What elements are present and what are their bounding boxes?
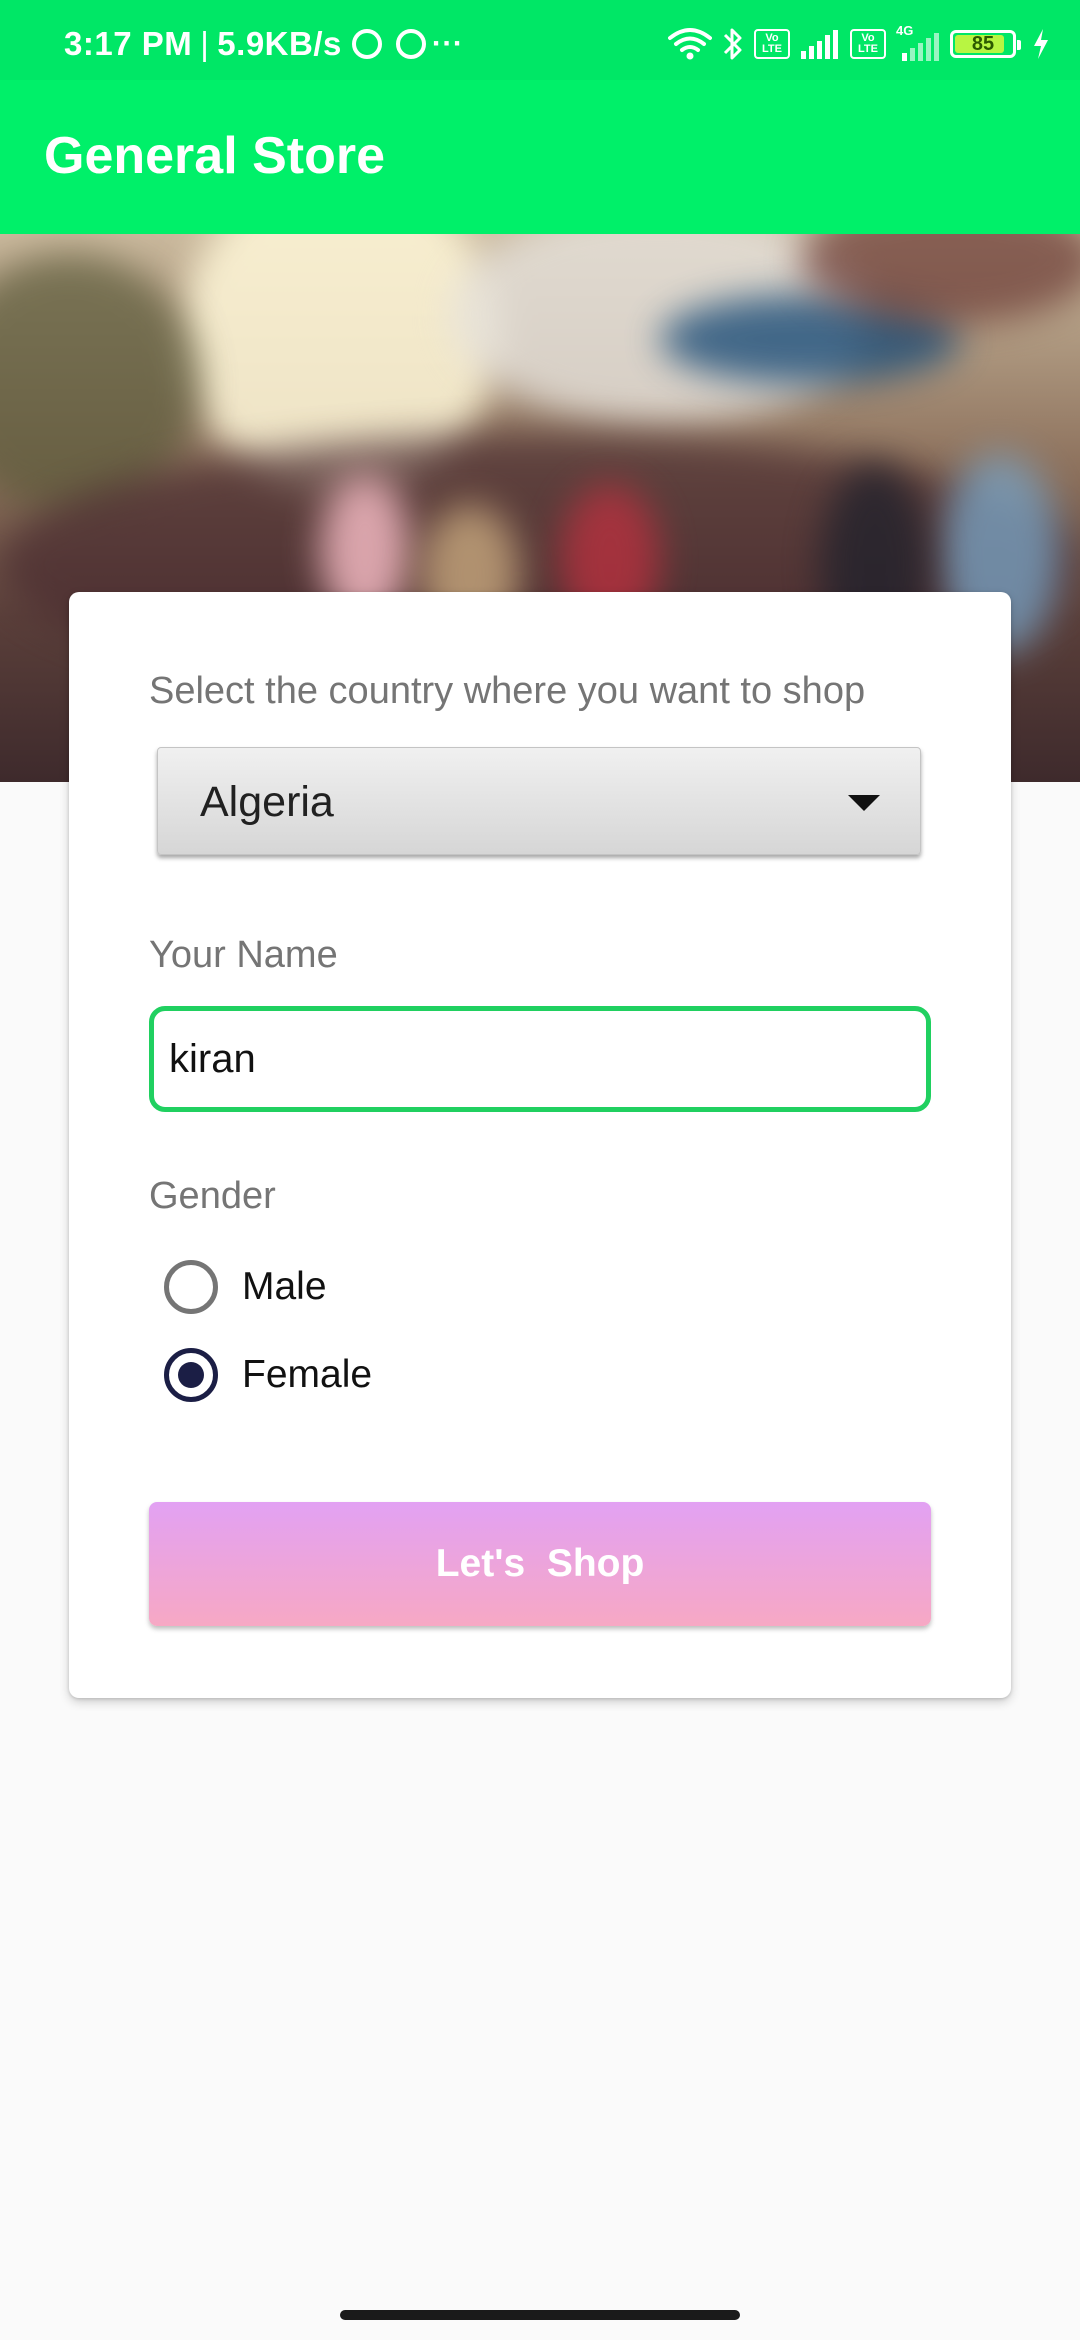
signal-bars-icon [902,33,939,61]
battery-percent: 85 [971,32,995,55]
notification-icon [351,29,382,59]
wifi-icon [668,28,712,60]
country-label: Select the country where you want to sho… [149,670,866,712]
name-label: Your Name [149,934,338,976]
status-separator: | [200,25,210,62]
app-title: General Store [44,127,386,185]
notification-icon [395,29,426,59]
lets-shop-button[interactable]: Let's Shop [149,1502,931,1626]
gender-option-label: Male [242,1265,327,1308]
country-selected-value: Algeria [200,778,334,826]
gender-option-label: Female [242,1353,373,1396]
network-speed: 5.9KB/s [217,25,342,62]
battery-icon: 85 [950,30,1021,58]
status-right: Vo LTE Vo LTE 4G 85 [668,22,1050,66]
status-time: 3:17 PM [64,25,193,62]
radio-button-icon[interactable] [164,1260,218,1314]
volte-label: Vo LTE [858,32,878,55]
country-spinner[interactable]: Algeria [157,747,921,855]
radio-button-checked-icon[interactable] [164,1348,218,1402]
shop-form-card: Select the country where you want to sho… [69,592,1011,1698]
signal-icon [801,30,838,59]
app-bar: General Store [0,80,1080,234]
charging-icon [1034,29,1048,59]
more-notifications-icon: ··· [431,27,464,60]
status-left: 3:17 PM | 5.9KB/s ··· [64,24,463,64]
gender-option-female[interactable]: Female [164,1345,372,1405]
signal-4g-icon: 4G [896,23,940,61]
gender-option-male[interactable]: Male [164,1257,327,1317]
volte-icon: Vo LTE [850,29,886,59]
volte-icon: Vo LTE [754,29,790,59]
bluetooth-icon [723,28,742,60]
name-input[interactable] [149,1006,931,1112]
home-gesture-bar[interactable] [340,2310,740,2320]
dropdown-arrow-icon [848,795,880,811]
screen: 3:17 PM | 5.9KB/s ··· Vo LTE Vo LTE 4G 8… [0,0,1080,2340]
gender-label: Gender [149,1175,276,1217]
status-bar: 3:17 PM | 5.9KB/s ··· Vo LTE Vo LTE 4G 8… [0,0,1080,80]
volte-label: Vo LTE [762,32,782,55]
